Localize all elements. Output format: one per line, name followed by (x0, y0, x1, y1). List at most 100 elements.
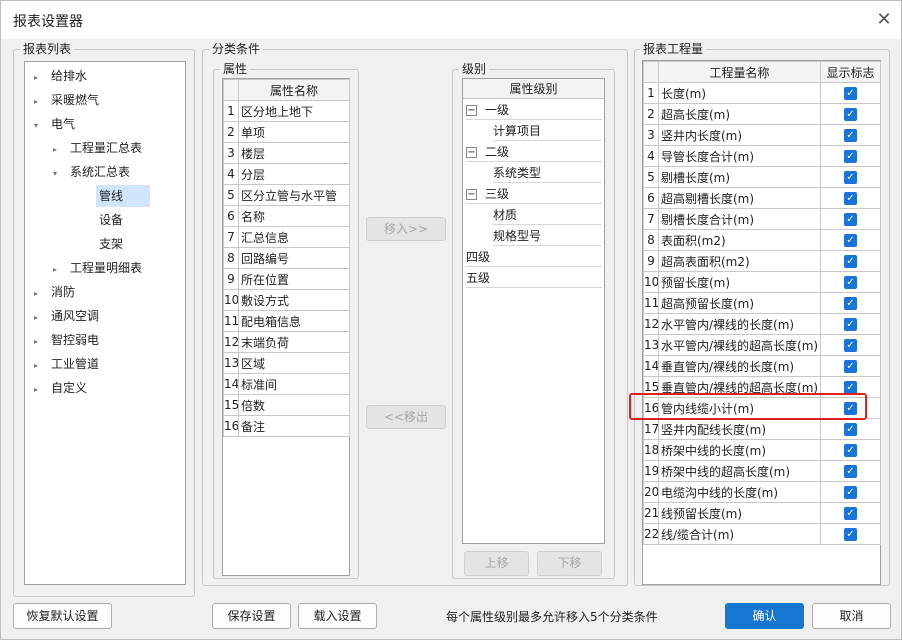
cancel-button[interactable]: 取消 (812, 603, 891, 629)
level-item[interactable]: − 三级 (466, 184, 602, 204)
show-checkbox[interactable]: ✓ (844, 465, 857, 478)
quantity-row[interactable]: 4 导管长度合计(m) ✓ (643, 145, 881, 167)
move-out-button[interactable]: <<移出 (366, 405, 446, 429)
load-settings-button[interactable]: 载入设置 (298, 603, 377, 629)
tree-item[interactable]: ▸ 自定义 (34, 377, 90, 399)
chevron-right-icon[interactable]: ▸ (34, 355, 44, 377)
show-checkbox[interactable]: ✓ (844, 381, 857, 394)
show-checkbox[interactable]: ✓ (844, 339, 857, 352)
attribute-row[interactable]: 13 区域 (223, 352, 350, 374)
attribute-row[interactable]: 8 回路编号 (223, 247, 350, 269)
attribute-row[interactable]: 16 备注 (223, 415, 350, 437)
show-checkbox[interactable]: ✓ (844, 108, 857, 121)
quantity-row[interactable]: 21 线预留长度(m) ✓ (643, 502, 881, 524)
quantity-row[interactable]: 1 长度(m) ✓ (643, 82, 881, 104)
quantity-row[interactable]: 11 超高预留长度(m) ✓ (643, 292, 881, 314)
show-checkbox[interactable]: ✓ (844, 192, 857, 205)
show-checkbox[interactable]: ✓ (844, 486, 857, 499)
show-checkbox[interactable]: ✓ (844, 444, 857, 457)
quantity-row[interactable]: 22 线/缆合计(m) ✓ (643, 523, 881, 545)
attribute-row[interactable]: 7 汇总信息 (223, 226, 350, 248)
collapse-icon[interactable]: − (466, 147, 477, 158)
tree-item[interactable]: ▾ 电气 (34, 113, 78, 135)
show-checkbox[interactable]: ✓ (844, 150, 857, 163)
tree-item[interactable]: 管线 (72, 185, 150, 207)
show-checkbox[interactable]: ✓ (844, 255, 857, 268)
quantity-row[interactable]: 20 电缆沟中线的长度(m) ✓ (643, 481, 881, 503)
quantity-row[interactable]: 15 垂直管内/裸线的超高长度(m) ✓ (643, 376, 881, 398)
chevron-right-icon[interactable]: ▸ (53, 259, 63, 281)
attribute-row[interactable]: 11 配电箱信息 (223, 310, 350, 332)
chevron-down-icon[interactable]: ▾ (34, 115, 44, 137)
move-up-button[interactable]: 上移 (464, 551, 529, 576)
chevron-right-icon[interactable]: ▸ (34, 379, 44, 401)
level-item[interactable]: 四级 (466, 247, 602, 267)
tree-item[interactable]: 设备 (72, 209, 126, 231)
level-item[interactable]: − 二级 (466, 142, 602, 162)
quantity-row[interactable]: 10 预留长度(m) ✓ (643, 271, 881, 293)
quantity-row[interactable]: 12 水平管内/裸线的长度(m) ✓ (643, 313, 881, 335)
restore-default-button[interactable]: 恢复默认设置 (13, 603, 112, 629)
attribute-row[interactable]: 2 单项 (223, 121, 350, 143)
move-in-button[interactable]: 移入>> (366, 217, 446, 241)
quantity-row[interactable]: 2 超高长度(m) ✓ (643, 103, 881, 125)
level-item[interactable]: 五级 (466, 268, 602, 288)
level-child-item[interactable]: 规格型号 (493, 226, 601, 246)
tree-item[interactable]: ▸ 工程量汇总表 (53, 137, 145, 159)
quantity-row[interactable]: 5 剔槽长度(m) ✓ (643, 166, 881, 188)
attribute-list[interactable]: 属性名称 1 区分地上地下 2 单项 3 楼层 4 分层 5 区分立管与水平管 6 名称 7 汇总信息 8 回… (222, 78, 350, 576)
quantity-row[interactable]: 6 超高剔槽长度(m) ✓ (643, 187, 881, 209)
show-checkbox[interactable]: ✓ (844, 129, 857, 142)
quantity-row[interactable]: 9 超高表面积(m2) ✓ (643, 250, 881, 272)
quantity-row[interactable]: 8 表面积(m2) ✓ (643, 229, 881, 251)
quantity-list[interactable]: 工程量名称 显示标志 1 长度(m) ✓ 2 超高长度(m) ✓ 3 竖井内长度(m) ✓ 4 导管… (642, 60, 881, 585)
attribute-row[interactable]: 1 区分地上地下 (223, 100, 350, 122)
attribute-row[interactable]: 14 标准间 (223, 373, 350, 395)
move-down-button[interactable]: 下移 (537, 551, 602, 576)
show-checkbox[interactable]: ✓ (844, 360, 857, 373)
attribute-row[interactable]: 6 名称 (223, 205, 350, 227)
tree-item[interactable]: ▸ 给排水 (34, 65, 90, 87)
show-checkbox[interactable]: ✓ (844, 276, 857, 289)
attribute-row[interactable]: 15 倍数 (223, 394, 350, 416)
level-child-item[interactable]: 系统类型 (493, 163, 601, 183)
attribute-row[interactable]: 10 敷设方式 (223, 289, 350, 311)
tree-item[interactable]: ▸ 通风空调 (34, 305, 102, 327)
collapse-icon[interactable]: − (466, 189, 477, 200)
show-checkbox[interactable]: ✓ (844, 87, 857, 100)
chevron-right-icon[interactable]: ▸ (34, 331, 44, 353)
collapse-icon[interactable]: − (466, 105, 477, 116)
show-checkbox[interactable]: ✓ (844, 423, 857, 436)
quantity-row[interactable]: 13 水平管内/裸线的超高长度(m) ✓ (643, 334, 881, 356)
level-child-item[interactable]: 材质 (493, 205, 601, 225)
close-icon[interactable]: ✕ (871, 7, 897, 33)
chevron-right-icon[interactable]: ▸ (53, 139, 63, 161)
show-checkbox[interactable]: ✓ (844, 171, 857, 184)
chevron-right-icon[interactable]: ▸ (34, 307, 44, 329)
chevron-right-icon[interactable]: ▸ (34, 91, 44, 113)
quantity-row[interactable]: 19 桥架中线的超高长度(m) ✓ (643, 460, 881, 482)
quantity-row[interactable]: 18 桥架中线的长度(m) ✓ (643, 439, 881, 461)
level-child-item[interactable]: 计算项目 (493, 121, 601, 141)
quantity-row[interactable]: 7 剔槽长度合计(m) ✓ (643, 208, 881, 230)
attribute-row[interactable]: 12 末端负荷 (223, 331, 350, 353)
tree-item[interactable]: ▸ 智控弱电 (34, 329, 102, 351)
attribute-row[interactable]: 5 区分立管与水平管 (223, 184, 350, 206)
level-item[interactable]: − 一级 (466, 100, 602, 120)
quantity-row[interactable]: 16 管内线缆小计(m) ✓ (643, 397, 881, 419)
show-checkbox[interactable]: ✓ (844, 297, 857, 310)
attribute-row[interactable]: 9 所在位置 (223, 268, 350, 290)
show-checkbox[interactable]: ✓ (844, 528, 857, 541)
save-settings-button[interactable]: 保存设置 (212, 603, 291, 629)
chevron-right-icon[interactable]: ▸ (34, 67, 44, 89)
show-checkbox[interactable]: ✓ (844, 234, 857, 247)
report-tree[interactable]: ▸ 给排水 ▸ 采暖燃气 ▾ 电气 ▸ 工程量汇总表 ▾ 系统汇总表 管线 设备 支架 ▸ 工程量明细表 ▸ 消… (24, 61, 186, 585)
show-checkbox[interactable]: ✓ (844, 318, 857, 331)
show-checkbox[interactable]: ✓ (844, 507, 857, 520)
attribute-row[interactable]: 4 分层 (223, 163, 350, 185)
quantity-row[interactable]: 14 垂直管内/裸线的长度(m) ✓ (643, 355, 881, 377)
tree-item[interactable]: ▸ 采暖燃气 (34, 89, 102, 111)
level-tree[interactable]: 属性级别 − 一级 计算项目 − 二级 系统类型 − 三级 材质 规格型号 四级 五级 (462, 78, 605, 544)
tree-item[interactable]: ▸ 工业管道 (34, 353, 102, 375)
quantity-row[interactable]: 3 竖井内长度(m) ✓ (643, 124, 881, 146)
